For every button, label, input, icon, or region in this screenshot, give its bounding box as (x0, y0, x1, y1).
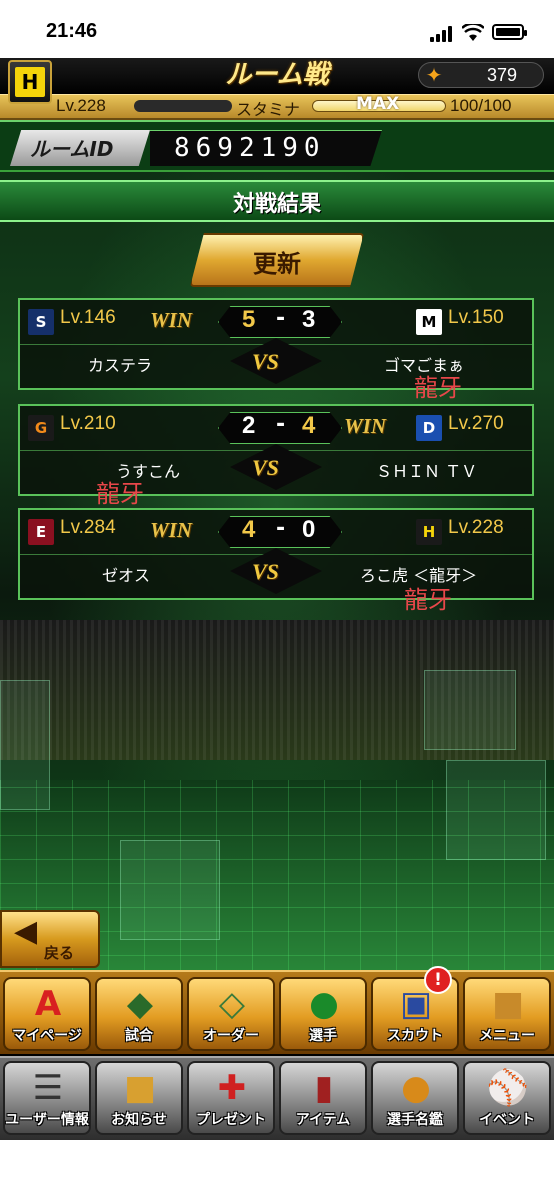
match-score-row: E Lv.284 WIN 4 - 0 H Lv.228 (20, 510, 532, 554)
team-logo-button[interactable]: H (8, 60, 52, 104)
order-button[interactable]: ◇ オーダー (187, 977, 275, 1051)
menu-icon: ■ (491, 984, 525, 1024)
result-title: 対戦結果 (232, 192, 321, 217)
present-icon: ✚ (217, 1068, 247, 1108)
status-bar: 21:46 (0, 0, 554, 58)
player-button[interactable]: ● 選手 (279, 977, 367, 1051)
menu-label: イベント (479, 1112, 535, 1128)
level-progress-track (134, 100, 232, 112)
vs-label: VS (252, 349, 279, 374)
holo-panel (120, 840, 220, 940)
player-icon: ● (309, 984, 339, 1024)
right-score: 3 (302, 306, 316, 333)
user-level: Lv.228 (56, 96, 106, 115)
refresh-button[interactable] (190, 233, 364, 287)
room-id-label: ルームID (30, 137, 114, 161)
dragons-logo-icon: D (416, 415, 442, 441)
menu-label: メニュー (479, 1028, 535, 1044)
mypage-icon: A (34, 984, 62, 1024)
giants-logo-icon: G (28, 415, 54, 441)
win-tag: WIN (344, 414, 387, 438)
menu-label: ユーザー情報 (5, 1112, 89, 1128)
holo-panel (446, 760, 546, 860)
order-icon: ◇ (218, 984, 246, 1024)
stamina-value: 100/100 (450, 96, 512, 115)
menu-button[interactable]: ■ メニュー (463, 977, 551, 1051)
room-id-value: 8692190 (174, 133, 326, 163)
status-time: 21:46 (46, 20, 98, 42)
mypage-button[interactable]: A マイページ (3, 977, 91, 1051)
notice-button[interactable]: ■ お知らせ (95, 1061, 183, 1135)
wifi-icon (462, 24, 484, 41)
notice-icon: ■ (123, 1068, 157, 1108)
event-icon: ⚾ (486, 1068, 530, 1108)
handwritten-note: 龍牙 (96, 480, 144, 508)
notification-badge: ! (424, 966, 452, 994)
eagles-logo-icon: E (28, 519, 54, 545)
match-card[interactable]: E Lv.284 WIN 4 - 0 H Lv.228 VS ゼオス ろこ虎 ＜… (18, 508, 534, 600)
left-team-level: Lv.284 (60, 517, 116, 538)
left-score: 4 (242, 516, 256, 543)
left-player-name: ゼオス (102, 566, 151, 585)
vs-label: VS (252, 559, 279, 584)
right-team-level: Lv.270 (448, 413, 504, 434)
back-button-label: 戻る (44, 944, 75, 962)
score-dash: - (276, 412, 286, 437)
right-team-level: Lv.228 (448, 517, 504, 538)
item-button[interactable]: ▮ アイテム (279, 1061, 367, 1135)
tigers-logo-icon: H (416, 519, 442, 545)
right-score: 0 (302, 516, 316, 543)
menu-label: 選手名鑑 (387, 1112, 443, 1128)
swallows-logo-icon: S (28, 309, 54, 335)
match-score-row: S Lv.146 WIN 5 - 3 M Lv.150 (20, 300, 532, 344)
coin-value: 379 (486, 65, 517, 85)
right-score: 4 (302, 412, 316, 439)
left-team-level: Lv.210 (60, 413, 116, 434)
right-team-level: Lv.150 (448, 307, 504, 328)
event-button[interactable]: ⚾ イベント (463, 1061, 551, 1135)
match-button[interactable]: ◆ 試合 (95, 977, 183, 1051)
menu-label: スカウト (387, 1028, 443, 1044)
holo-panel (424, 670, 516, 750)
stamina-max-label: MAX (356, 94, 400, 114)
handwritten-note: 龍牙 (404, 586, 452, 614)
player-directory-button[interactable]: ● 選手名鑑 (371, 1061, 459, 1135)
cellular-signal-icon (430, 26, 456, 42)
right-player-name: ＳＨＩＮ ＴＶ (376, 462, 478, 481)
handwritten-note: 龍牙 (414, 374, 462, 402)
menu-label: プレゼント (196, 1112, 266, 1128)
stadium-icon: ◆ (126, 984, 154, 1024)
item-icon: ▮ (314, 1068, 334, 1108)
score-dash: - (276, 306, 286, 331)
stamina-label: スタミナ (236, 100, 301, 119)
menu-label: 選手 (309, 1028, 337, 1044)
player-directory-icon: ● (401, 1068, 431, 1108)
battery-icon (492, 24, 527, 40)
holo-panel (0, 680, 50, 810)
win-tag: WIN (150, 308, 193, 332)
left-player-name: カステラ (88, 356, 153, 375)
sub-menu-row: ☰ ユーザー情報 ■ お知らせ ✚ プレゼント ▮ アイテム ● 選手名鑑 ⚾ … (0, 1056, 554, 1200)
menu-label: マイページ (12, 1028, 82, 1044)
left-score: 2 (242, 412, 256, 439)
win-tag: WIN (150, 518, 193, 542)
main-menu-row: A マイページ ◆ 試合 ◇ オーダー ● 選手 ▣ スカウト ■ メニュー (0, 970, 554, 1054)
coin-icon: ✦ (425, 63, 443, 87)
marines-logo-icon: M (416, 309, 442, 335)
tigers-logo-icon: H (15, 67, 45, 97)
menu-label: オーダー (203, 1028, 259, 1044)
back-arrow-icon: ◀ (14, 914, 38, 949)
menu-label: アイテム (295, 1112, 351, 1128)
vs-label: VS (252, 455, 279, 480)
user-info-icon: ☰ (32, 1068, 64, 1108)
coin-counter[interactable]: ✦ 379 (418, 62, 544, 88)
menu-label: 試合 (125, 1028, 153, 1044)
left-score: 5 (242, 306, 256, 333)
present-button[interactable]: ✚ プレゼント (187, 1061, 275, 1135)
match-score-row: G Lv.210 2 - 4 WIN D Lv.270 (20, 406, 532, 450)
user-info-button[interactable]: ☰ ユーザー情報 (3, 1061, 91, 1135)
menu-label: お知らせ (111, 1112, 167, 1128)
score-dash: - (276, 516, 286, 541)
left-team-level: Lv.146 (60, 307, 116, 328)
